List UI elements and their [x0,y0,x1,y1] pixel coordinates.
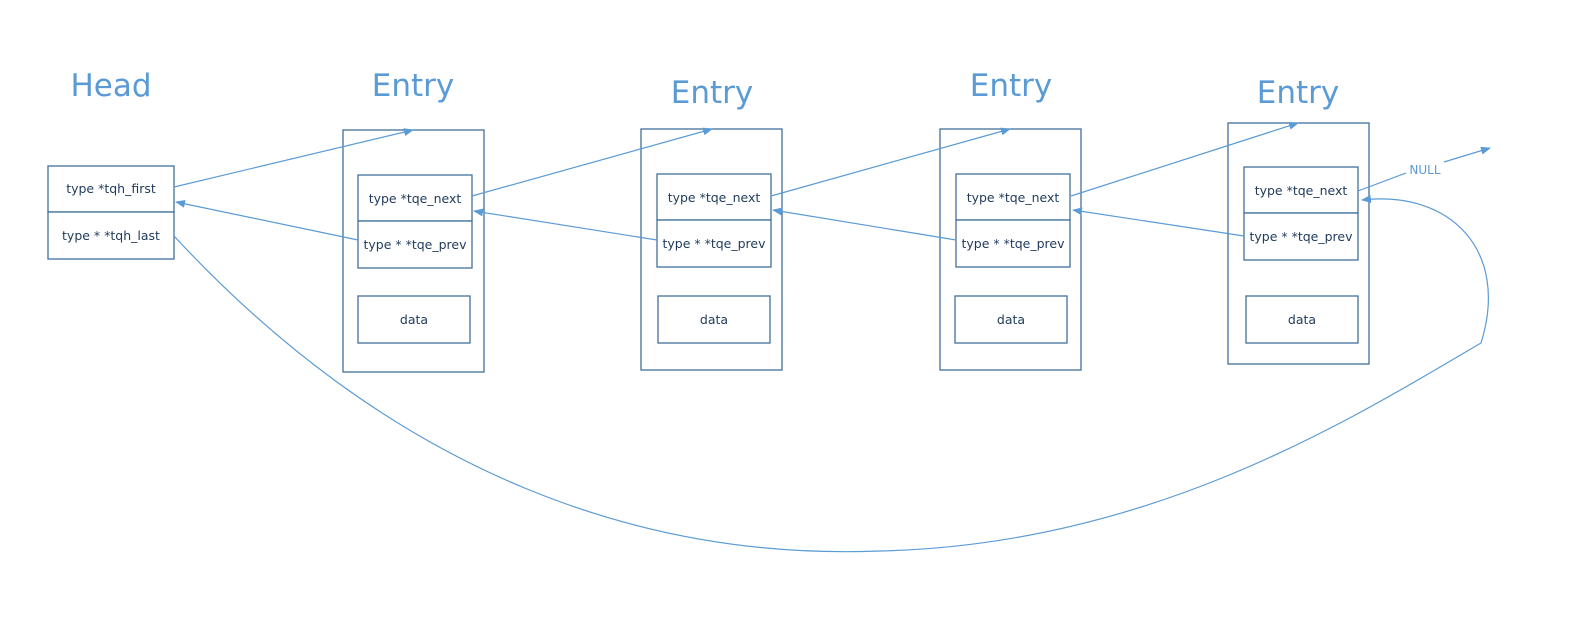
entry-title: Entry [372,68,454,104]
entry-prev-label: type * *tqe_prev [961,236,1065,251]
entry-data-label: data [1288,312,1316,327]
null-label: NULL [1409,163,1440,177]
entry-node: Entry type *tqe_nexttype * *tqe_prevdata [1227,75,1370,365]
head-title: Head [70,68,151,104]
entry2-prev-arrow [473,208,658,241]
null-arrow [1443,146,1491,163]
entry-next-label: type *tqe_next [967,190,1060,205]
entry4-prev-arrow [1072,207,1245,237]
head-first-label: type *tqh_first [66,181,156,196]
entry-node: Entry type *tqe_nexttype * *tqe_prevdata [939,68,1082,371]
entry1-prev-arrow [175,199,359,241]
entry-node: Entry type *tqe_nexttype * *tqe_prevdata [640,75,783,371]
head-node: Head type *tqh_first type * *tqh_last [47,68,175,260]
entry-next-label: type *tqe_next [369,191,462,206]
head-last-label: type * *tqh_last [62,228,160,243]
entry-title: Entry [671,75,753,111]
entry-title: Entry [1257,75,1339,111]
entry-next-label: type *tqe_next [668,190,761,205]
entry-next-label: type *tqe_next [1255,183,1348,198]
entry-node: Entry type *tqe_nexttype * *tqe_prevdata [342,68,485,373]
entry3-prev-arrow [772,207,957,241]
entry-data-label: data [997,312,1025,327]
entry-prev-label: type * *tqe_prev [363,237,467,252]
entry-data-label: data [700,312,728,327]
entry-title: Entry [970,68,1052,104]
entry-prev-label: type * *tqe_prev [1249,229,1353,244]
entry-data-label: data [400,312,428,327]
tailq-diagram: Head type *tqh_first type * *tqh_last En… [47,68,1491,553]
entry-prev-label: type * *tqe_prev [662,236,766,251]
